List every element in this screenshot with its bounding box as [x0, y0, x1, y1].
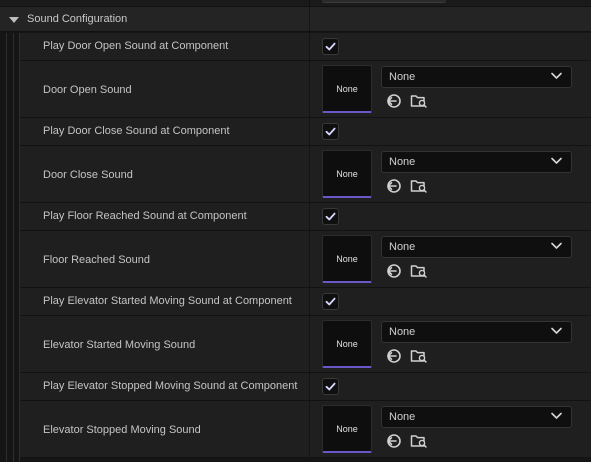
property-row-sound: Elevator Started Moving Sound None None	[20, 316, 591, 373]
asset-picker-value: None	[389, 326, 416, 338]
previous-row-value	[322, 0, 446, 3]
asset-picker-value: None	[389, 241, 416, 253]
asset-thumbnail[interactable]: None	[322, 405, 372, 453]
property-row-sound: Floor Reached Sound None None	[20, 231, 591, 288]
browse-folder-icon[interactable]	[410, 433, 428, 449]
property-row-checkbox: Play Door Close Sound at Component	[20, 118, 591, 146]
asset-thumbnail[interactable]: None	[322, 235, 372, 283]
column-divider	[309, 401, 310, 457]
asset-picker-combo[interactable]: None	[381, 321, 572, 343]
browse-folder-icon[interactable]	[410, 93, 428, 109]
column-divider	[309, 61, 310, 117]
chevron-down-icon	[551, 242, 562, 249]
column-divider	[309, 203, 310, 230]
column-divider	[309, 7, 310, 31]
column-divider	[309, 33, 310, 60]
property-label: Elevator Stopped Moving Sound	[43, 424, 201, 436]
property-checkbox[interactable]	[322, 208, 339, 225]
use-selected-asset-icon[interactable]	[385, 93, 403, 109]
chevron-down-icon	[551, 327, 562, 334]
property-row-checkbox: Play Floor Reached Sound at Component	[20, 203, 591, 231]
checkmark-icon	[325, 212, 336, 221]
asset-thumbnail[interactable]: None	[322, 150, 372, 198]
column-divider	[309, 118, 310, 145]
section-header-sound-configuration[interactable]: Sound Configuration	[0, 6, 591, 32]
use-selected-asset-icon[interactable]	[385, 348, 403, 364]
property-row-checkbox: Play Door Open Sound at Component	[20, 33, 591, 61]
property-label: Play Door Close Sound at Component	[43, 125, 230, 137]
column-divider	[309, 231, 310, 287]
browse-folder-icon[interactable]	[410, 178, 428, 194]
browse-folder-icon[interactable]	[410, 263, 428, 279]
column-divider	[309, 373, 310, 400]
asset-thumbnail[interactable]: None	[322, 320, 372, 368]
use-selected-asset-icon[interactable]	[385, 263, 403, 279]
chevron-down-icon	[551, 412, 562, 419]
property-label: Elevator Started Moving Sound	[43, 339, 196, 351]
property-row-sound: Door Close Sound None None	[20, 146, 591, 203]
property-row-sound: Elevator Stopped Moving Sound None None	[20, 401, 591, 458]
indent-guide-line	[6, 33, 7, 462]
column-divider	[309, 146, 310, 202]
asset-picker-value: None	[389, 71, 416, 83]
property-checkbox[interactable]	[322, 38, 339, 55]
details-panel: Sound Configuration Play Door Open Sound…	[0, 0, 591, 462]
property-label: Play Door Open Sound at Component	[43, 40, 229, 52]
property-row-checkbox: Play Elevator Started Moving Sound at Co…	[20, 288, 591, 316]
checkmark-icon	[325, 127, 336, 136]
property-label: Play Floor Reached Sound at Component	[43, 210, 247, 222]
asset-picker-combo[interactable]: None	[381, 236, 572, 258]
checkmark-icon	[325, 297, 336, 306]
checkmark-icon	[325, 382, 336, 391]
property-label: Door Open Sound	[43, 84, 132, 96]
asset-picker-value: None	[389, 411, 416, 423]
asset-picker-value: None	[389, 156, 416, 168]
checkmark-icon	[325, 42, 336, 51]
property-row-sound: Door Open Sound None None	[20, 61, 591, 118]
property-label: Door Close Sound	[43, 169, 133, 181]
property-row-checkbox: Play Elevator Stopped Moving Sound at Co…	[20, 373, 591, 401]
chevron-down-icon	[551, 72, 562, 79]
column-divider	[309, 316, 310, 372]
property-checkbox[interactable]	[322, 378, 339, 395]
property-label: Play Elevator Started Moving Sound at Co…	[43, 295, 292, 307]
indent-guide-line	[13, 33, 14, 462]
property-checkbox[interactable]	[322, 123, 339, 140]
indent-guides	[0, 33, 20, 462]
section-title: Sound Configuration	[27, 13, 128, 25]
browse-folder-icon[interactable]	[410, 348, 428, 364]
property-label: Play Elevator Stopped Moving Sound at Co…	[43, 380, 298, 392]
caret-down-icon[interactable]	[9, 17, 19, 23]
asset-thumbnail[interactable]: None	[322, 65, 372, 113]
asset-picker-combo[interactable]: None	[381, 406, 572, 428]
use-selected-asset-icon[interactable]	[385, 178, 403, 194]
asset-picker-combo[interactable]: None	[381, 66, 572, 88]
asset-picker-combo[interactable]: None	[381, 151, 572, 173]
chevron-down-icon	[551, 157, 562, 164]
use-selected-asset-icon[interactable]	[385, 433, 403, 449]
column-divider	[309, 288, 310, 315]
property-checkbox[interactable]	[322, 293, 339, 310]
property-label: Floor Reached Sound	[43, 254, 151, 266]
